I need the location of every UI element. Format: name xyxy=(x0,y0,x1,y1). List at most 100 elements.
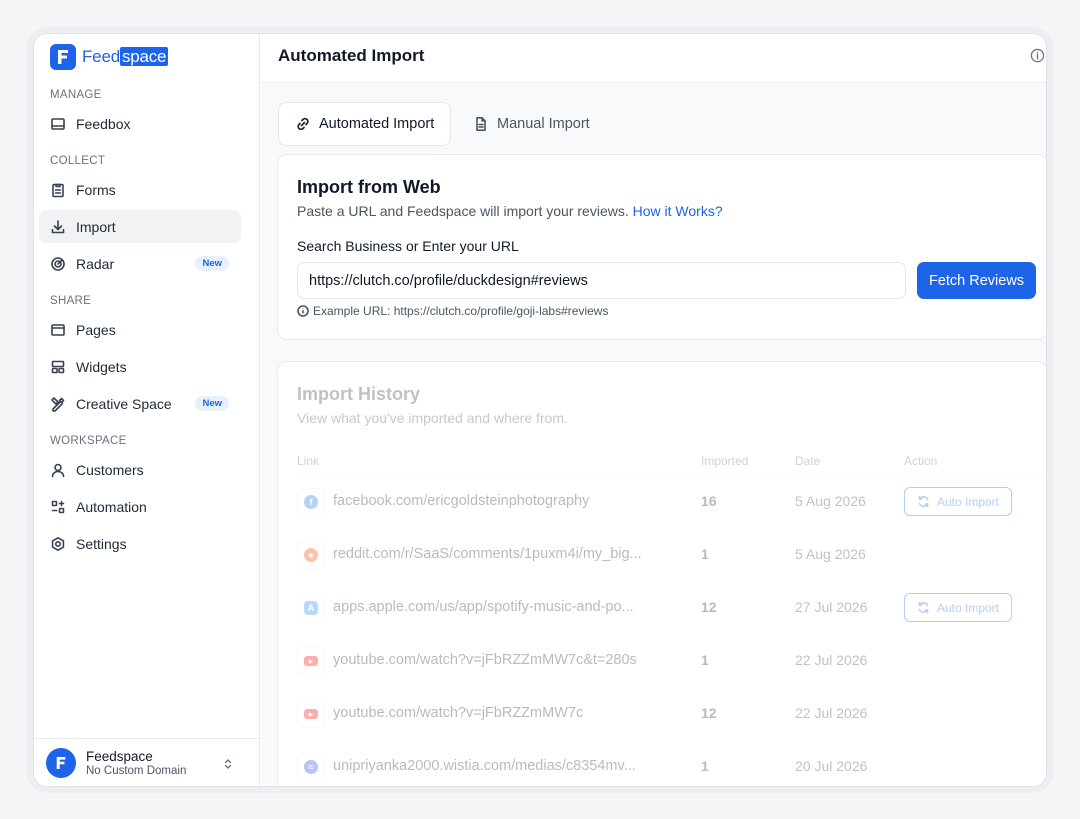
new-badge: New xyxy=(195,396,229,411)
row-date: 22 Jul 2026 xyxy=(795,652,868,668)
section-label-collect: COLLECT xyxy=(50,155,106,167)
row-imported: 1 xyxy=(701,758,709,774)
feedspace-logo-icon xyxy=(50,44,76,70)
row-date: 27 Jul 2026 xyxy=(795,599,868,615)
info-icon xyxy=(297,305,309,317)
youtube-icon: ▸ xyxy=(297,647,325,675)
sidebar-item-import[interactable]: Import xyxy=(39,210,241,243)
import-history-card: Import History View what you've imported… xyxy=(277,361,1046,786)
sidebar-item-creative-space[interactable]: Creative Space New xyxy=(39,387,241,420)
how-it-works-link[interactable]: How it Works? xyxy=(633,203,723,219)
row-link: unipriyanka2000.wistia.com/medias/c8354m… xyxy=(333,758,636,774)
user-icon xyxy=(50,462,66,478)
main-content: Automated Import Automated Import Manual… xyxy=(260,34,1046,786)
row-imported: 1 xyxy=(701,652,709,668)
account-domain: No Custom Domain xyxy=(86,764,187,777)
sidebar-item-label: Customers xyxy=(76,461,144,478)
header-bar: Automated Import xyxy=(260,34,1046,83)
row-imported: 16 xyxy=(701,493,717,509)
tab-manual-import[interactable]: Manual Import xyxy=(457,102,606,146)
sidebar-item-settings[interactable]: Settings xyxy=(39,527,241,560)
section-subtitle: Paste a URL and Feedspace will import yo… xyxy=(297,203,723,219)
column-header-imported: Imported xyxy=(701,454,749,468)
section-label-share: SHARE xyxy=(50,295,92,307)
facebook-icon: f xyxy=(297,488,325,516)
url-input[interactable] xyxy=(297,262,906,299)
row-imported: 12 xyxy=(701,705,717,721)
chevron-up-down-icon xyxy=(223,757,233,775)
section-label-manage: MANAGE xyxy=(50,89,102,101)
sidebar-item-label: Creative Space xyxy=(76,395,172,412)
column-header-date: Date xyxy=(795,454,821,468)
sidebar-item-automation[interactable]: Automation xyxy=(39,490,241,523)
row-imported: 12 xyxy=(701,599,717,615)
document-icon xyxy=(476,117,486,131)
fetch-reviews-button[interactable]: Fetch Reviews xyxy=(917,262,1036,299)
account-switcher[interactable]: Feedspace No Custom Domain xyxy=(34,738,259,786)
auto-import-button[interactable]: Auto Import xyxy=(904,487,1012,516)
row-date: 5 Aug 2026 xyxy=(795,546,866,562)
clipboard-icon xyxy=(50,182,66,198)
sidebar-item-widgets[interactable]: Widgets xyxy=(39,350,241,383)
account-name: Feedspace xyxy=(86,748,153,764)
table-row[interactable]: A apps.apple.com/us/app/spotify-music-an… xyxy=(278,581,1046,634)
table-row[interactable]: f facebook.com/ericgoldsteinphotography … xyxy=(278,475,1046,528)
sidebar-item-label: Import xyxy=(76,218,116,235)
sidebar-item-label: Radar xyxy=(76,255,115,272)
sidebar-item-forms[interactable]: Forms xyxy=(39,173,241,206)
sidebar-item-label: Widgets xyxy=(76,358,127,375)
table-row[interactable]: ≈ unipriyanka2000.wistia.com/medias/c835… xyxy=(278,740,1046,786)
sidebar-item-customers[interactable]: Customers xyxy=(39,453,241,486)
brand-logo[interactable]: Feed space xyxy=(50,44,169,70)
brand-name: Feed space xyxy=(82,47,169,66)
example-url-hint: Example URL: https://clutch.co/profile/g… xyxy=(297,304,608,318)
sidebar-item-label: Settings xyxy=(76,535,127,552)
table-row[interactable]: ▸ youtube.com/watch?v=jFbRZZmMW7c 12 22 … xyxy=(278,687,1046,740)
sidebar-item-label: Forms xyxy=(76,181,116,198)
row-date: 22 Jul 2026 xyxy=(795,705,868,721)
table-row[interactable]: ● reddit.com/r/SaaS/comments/1puxm4i/my_… xyxy=(278,528,1046,581)
table-row[interactable]: ▸ youtube.com/watch?v=jFbRZZmMW7c&t=280s… xyxy=(278,634,1046,687)
app-store-icon: A xyxy=(297,594,325,622)
widget-icon xyxy=(50,359,66,375)
sidebar-item-radar[interactable]: Radar New xyxy=(39,247,241,280)
pencil-ruler-icon xyxy=(50,396,66,412)
info-icon[interactable] xyxy=(1030,48,1046,64)
radar-icon xyxy=(50,256,66,272)
tab-label: Automated Import xyxy=(319,116,435,132)
row-link: facebook.com/ericgoldsteinphotography xyxy=(333,493,590,509)
section-title: Import History xyxy=(297,384,421,404)
refresh-icon xyxy=(918,495,929,508)
inbox-icon xyxy=(50,116,66,132)
section-title: Import from Web xyxy=(297,177,441,197)
row-link: reddit.com/r/SaaS/comments/1puxm4i/my_bi… xyxy=(333,546,642,562)
link-icon xyxy=(297,117,309,131)
sidebar-item-pages[interactable]: Pages xyxy=(39,313,241,346)
sidebar-item-label: Feedbox xyxy=(76,115,131,132)
tab-label: Manual Import xyxy=(497,116,590,132)
wistia-icon: ≈ xyxy=(297,753,325,781)
sidebar: Feed space MANAGE Feedbox COLLECT Forms I… xyxy=(34,34,260,786)
youtube-icon: ▸ xyxy=(297,700,325,728)
row-date: 20 Jul 2026 xyxy=(795,758,868,774)
new-badge: New xyxy=(195,256,229,271)
row-link: youtube.com/watch?v=jFbRZZmMW7c xyxy=(333,705,584,721)
browser-icon xyxy=(50,322,66,338)
refresh-icon xyxy=(918,601,929,614)
row-date: 5 Aug 2026 xyxy=(795,493,866,509)
url-field-label: Search Business or Enter your URL xyxy=(297,238,519,254)
download-icon xyxy=(50,219,66,235)
column-header-link: Link xyxy=(297,454,320,468)
app-window: Feed space MANAGE Feedbox COLLECT Forms I… xyxy=(33,33,1047,787)
reddit-icon: ● xyxy=(297,541,325,569)
avatar xyxy=(46,747,76,778)
row-link: youtube.com/watch?v=jFbRZZmMW7c&t=280s xyxy=(333,652,637,668)
sidebar-item-feedbox[interactable]: Feedbox xyxy=(39,107,241,140)
page-title: Automated Import xyxy=(278,46,425,65)
sidebar-item-label: Automation xyxy=(76,498,147,515)
row-imported: 1 xyxy=(701,546,709,562)
auto-import-button[interactable]: Auto Import xyxy=(904,593,1012,622)
import-from-web-card: Import from Web Paste a URL and Feedspac… xyxy=(277,154,1046,340)
tab-automated-import[interactable]: Automated Import xyxy=(278,102,452,146)
settings-icon xyxy=(50,536,66,552)
